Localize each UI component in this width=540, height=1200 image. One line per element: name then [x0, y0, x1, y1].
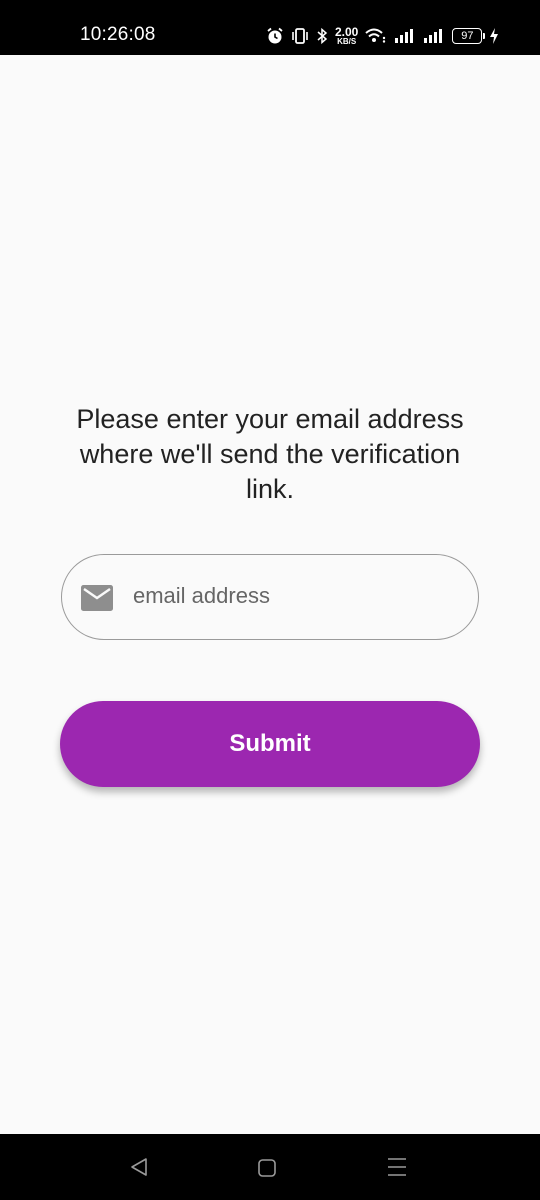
signal-icon	[424, 29, 443, 43]
email-placeholder: email address	[133, 583, 270, 608]
status-bar: 10:26:08 2.00 KB/S 97	[0, 0, 540, 55]
main-content: Please enter your email address where we…	[0, 55, 540, 1134]
status-icons: 2.00 KB/S 97	[266, 24, 499, 48]
status-time: 10:26:08	[80, 24, 156, 45]
submit-label: Submit	[229, 730, 311, 757]
signal-icon	[395, 29, 414, 43]
bluetooth-icon	[317, 27, 328, 45]
home-icon[interactable]	[257, 1158, 277, 1178]
recents-icon[interactable]	[387, 1156, 407, 1178]
net-speed-unit: KB/S	[337, 37, 357, 46]
back-icon[interactable]	[129, 1157, 149, 1177]
battery-icon: 97	[452, 28, 486, 44]
nav-bar	[0, 1134, 540, 1200]
net-speed: 2.00 KB/S	[335, 26, 358, 46]
alarm-icon	[267, 27, 283, 44]
wifi-icon	[365, 28, 386, 43]
submit-button[interactable]: Submit	[60, 701, 480, 787]
charging-icon	[490, 28, 499, 44]
mail-icon	[81, 585, 113, 611]
email-field[interactable]: email address	[61, 554, 479, 640]
vibrate-icon	[292, 28, 308, 44]
battery-level: 97	[461, 30, 474, 42]
prompt-text: Please enter your email address where we…	[76, 404, 464, 504]
